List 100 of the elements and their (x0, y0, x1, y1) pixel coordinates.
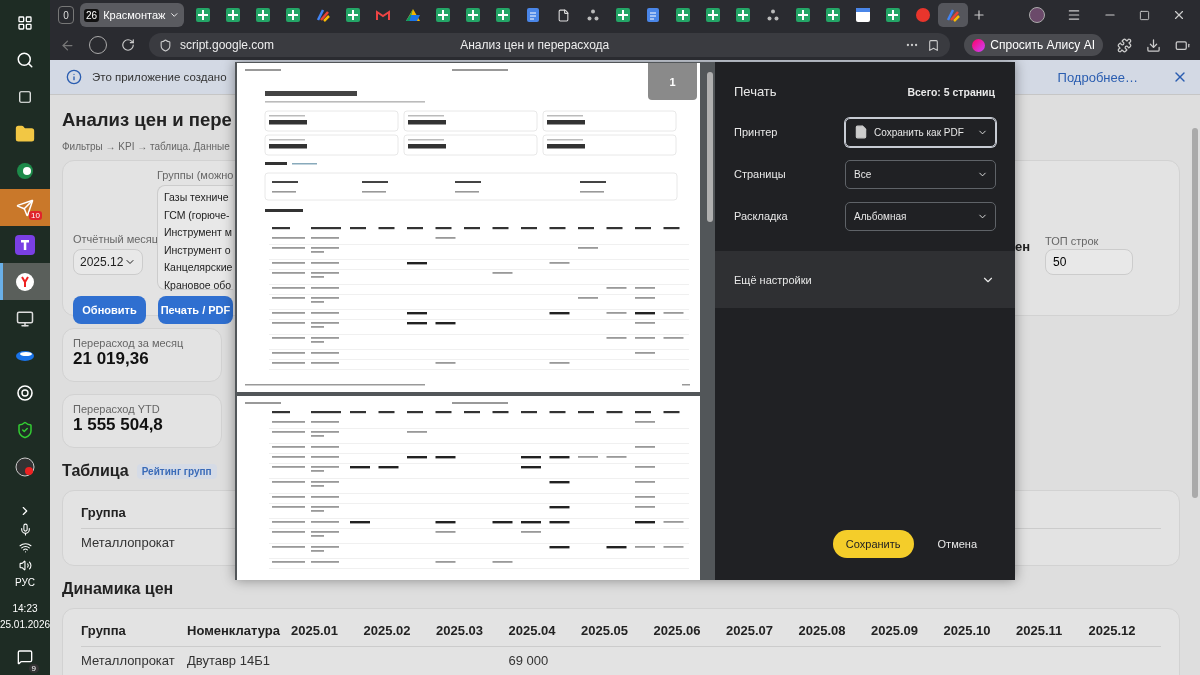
column-header: 2025.09 (871, 623, 918, 638)
address-bar[interactable]: script.google.com Анализ цен и перерасхода (149, 33, 951, 57)
app-icon[interactable] (16, 161, 34, 180)
refresh-button[interactable]: Обновить (73, 296, 146, 324)
spreadsheet-icon (706, 8, 720, 22)
clock-date[interactable]: 25.01.2026 (0, 619, 51, 630)
save-button[interactable]: Сохранить (832, 530, 914, 558)
avatar[interactable] (1029, 7, 1045, 23)
column-header: Группа (81, 505, 126, 520)
kpi-label: Перерасход YTD (73, 403, 160, 415)
page-title: Анализ цен и пере (62, 109, 232, 131)
volume-icon[interactable] (18, 559, 32, 572)
pinwheel-icon (946, 8, 960, 22)
spreadsheet-icon (496, 8, 510, 22)
tab-counter[interactable]: 0 (58, 6, 74, 24)
scrollbar[interactable] (1192, 128, 1198, 498)
page-title: Анализ цен и перерасхода (460, 38, 610, 52)
new-tab-icon[interactable] (972, 8, 986, 22)
nodes-icon (587, 9, 599, 21)
setting-dropdown[interactable]: Альбомная (845, 201, 996, 231)
shield-icon[interactable] (159, 38, 172, 52)
section-title: Таблица (62, 462, 129, 480)
wifi-icon[interactable] (18, 541, 32, 554)
notification-badge: 10 (29, 211, 42, 220)
setting-label: Раскладка (734, 210, 788, 222)
extension-icon[interactable] (1117, 37, 1132, 53)
setting-dropdown[interactable]: Сохранить как PDF (845, 117, 996, 147)
group-listbox[interactable]: Газы техниче ГСМ (горюче- Инструмент м Инструмент о Канцелярские Крановое обо (157, 185, 233, 290)
close-icon[interactable] (1172, 8, 1186, 22)
column-header: 2025.02 (363, 623, 411, 638)
more-settings[interactable]: Ещё настройки (715, 251, 1015, 308)
column-header: 2025.08 (798, 623, 846, 638)
app-icon[interactable] (15, 456, 35, 477)
search-icon[interactable] (16, 50, 34, 69)
windows-icon[interactable] (17, 14, 33, 31)
back-icon[interactable] (60, 37, 75, 53)
section-title: Динамика цен (62, 580, 174, 598)
spreadsheet-icon (886, 8, 900, 22)
spreadsheet-icon (676, 8, 690, 22)
task-view-icon[interactable] (18, 89, 32, 104)
spreadsheet-icon (436, 8, 450, 22)
notification-icon[interactable] (17, 649, 33, 665)
spreadsheet-icon (346, 8, 360, 22)
table-cell: Двутавр 14Б1 (187, 653, 270, 668)
bookmark-icon[interactable] (927, 38, 941, 52)
spreadsheet-icon (196, 8, 210, 22)
folder-icon[interactable] (15, 123, 35, 144)
computer-icon[interactable] (16, 309, 34, 328)
file-icon (854, 125, 868, 139)
setting-label: Принтер (734, 126, 778, 138)
document-icon (527, 8, 539, 22)
field-label: Группы (можно (157, 169, 234, 181)
tab-group[interactable]: 26 Красмонтаж (80, 3, 184, 27)
language-indicator[interactable]: РУС (15, 577, 35, 588)
app-icon[interactable] (15, 271, 35, 292)
kpi-value: 1 555 504,8 (73, 415, 163, 435)
kpi-value: 21 019,36 (73, 349, 149, 369)
setting-dropdown[interactable]: Все (845, 159, 996, 189)
shield-icon[interactable] (16, 420, 34, 439)
info-text: Это приложение создано (92, 71, 227, 83)
column-header: 2025.01 (291, 623, 338, 638)
menu-icon[interactable] (1067, 8, 1081, 22)
microphone-icon[interactable] (18, 523, 32, 536)
chip[interactable]: Рейтинг групп (136, 463, 217, 479)
spreadsheet-icon (466, 8, 480, 22)
maximize-icon[interactable] (1139, 9, 1150, 21)
spreadsheet-icon (616, 8, 630, 22)
calendar-icon (856, 8, 870, 22)
spreadsheet-icon (286, 8, 300, 22)
mail-icon (376, 9, 390, 21)
download-icon[interactable] (1146, 37, 1161, 53)
month-select[interactable]: 2025.12 (73, 249, 143, 275)
column-header: 2025.04 (508, 623, 556, 638)
notification-count: 9 (28, 664, 39, 673)
column-header: 2025.06 (653, 623, 701, 638)
column-header: Номенклатура (187, 623, 280, 638)
cancel-button[interactable]: Отмена (931, 537, 983, 551)
print-button[interactable]: Печать / PDF (158, 296, 233, 324)
spreadsheet-icon (736, 8, 750, 22)
document-icon (647, 8, 659, 22)
learn-more-link[interactable]: Подробнее… (1057, 69, 1138, 85)
top-rows-field[interactable]: 50 (1045, 249, 1133, 275)
app-icon[interactable] (15, 348, 35, 363)
column-header: 2025.07 (726, 623, 773, 638)
column-header: 2025.05 (581, 623, 628, 638)
field-label: ен (1014, 239, 1030, 254)
reload-icon[interactable] (121, 38, 135, 52)
assistant-button[interactable]: Спросить Алису AI (964, 34, 1103, 56)
table-cell: Металлопрокат (81, 653, 175, 668)
page-badge: 1 (648, 63, 697, 100)
app-icon[interactable] (15, 234, 35, 255)
circle-icon (916, 8, 930, 22)
nodes-icon (767, 9, 779, 21)
dialog-title: Печать (734, 84, 777, 99)
info-icon (66, 69, 82, 85)
page-total: Всего: 5 страниц (907, 85, 995, 98)
pinwheel-icon (316, 8, 330, 22)
field-label: ТОП строк (1045, 235, 1100, 247)
scrollbar[interactable] (707, 72, 713, 222)
clock-time[interactable]: 14:23 (12, 603, 38, 614)
